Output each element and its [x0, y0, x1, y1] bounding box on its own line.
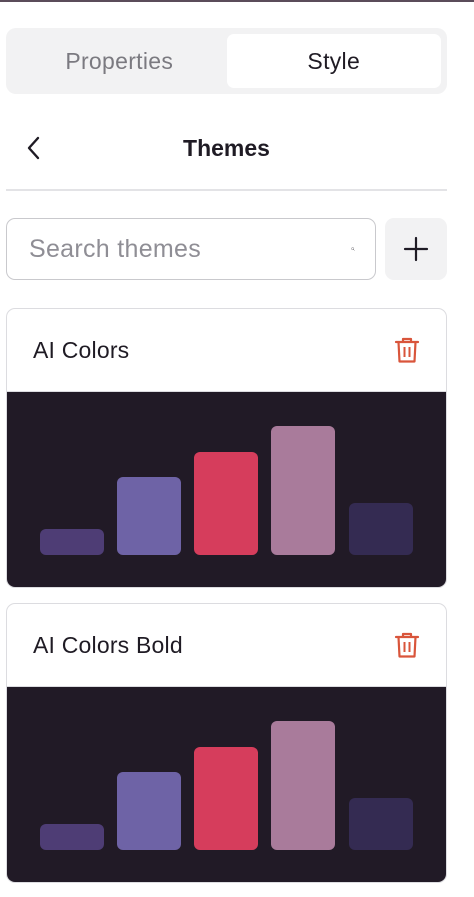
- palette-swatch-bar: [117, 772, 181, 850]
- palette-swatch-bar: [194, 747, 258, 850]
- palette-swatch-bar: [117, 477, 181, 555]
- trash-icon[interactable]: [394, 631, 420, 659]
- search-icon[interactable]: [351, 234, 355, 264]
- theme-card[interactable]: AI Colors Bold: [6, 603, 447, 883]
- theme-name: AI Colors: [33, 336, 130, 363]
- add-theme-button[interactable]: [385, 218, 447, 280]
- palette-swatch-bar: [349, 798, 413, 850]
- panel-tabs: Properties Style: [6, 28, 447, 94]
- palette-swatch-bar: [271, 426, 335, 555]
- theme-preview: [7, 687, 446, 882]
- theme-name: AI Colors Bold: [33, 631, 183, 658]
- trash-icon[interactable]: [394, 336, 420, 364]
- back-button[interactable]: [22, 134, 46, 162]
- tab-style[interactable]: Style: [226, 34, 441, 88]
- tab-properties[interactable]: Properties: [12, 34, 227, 88]
- palette-swatch-bar: [40, 529, 104, 555]
- theme-card-header: AI Colors Bold: [7, 604, 446, 687]
- search-box: [6, 218, 376, 280]
- palette-swatch-bar: [40, 824, 104, 850]
- chevron-left-icon: [27, 136, 40, 160]
- palette-swatch-bar: [271, 721, 335, 850]
- header-divider: [6, 189, 447, 191]
- palette-swatch-bar: [349, 503, 413, 555]
- page-title: Themes: [183, 134, 270, 161]
- theme-preview: [7, 392, 446, 587]
- themes-header: Themes: [6, 118, 447, 178]
- palette-swatch-bar: [194, 452, 258, 555]
- plus-icon: [403, 236, 429, 262]
- theme-card-header: AI Colors: [7, 309, 446, 392]
- top-border: [0, 0, 474, 2]
- theme-card[interactable]: AI Colors: [6, 308, 447, 588]
- search-input[interactable]: [29, 234, 351, 264]
